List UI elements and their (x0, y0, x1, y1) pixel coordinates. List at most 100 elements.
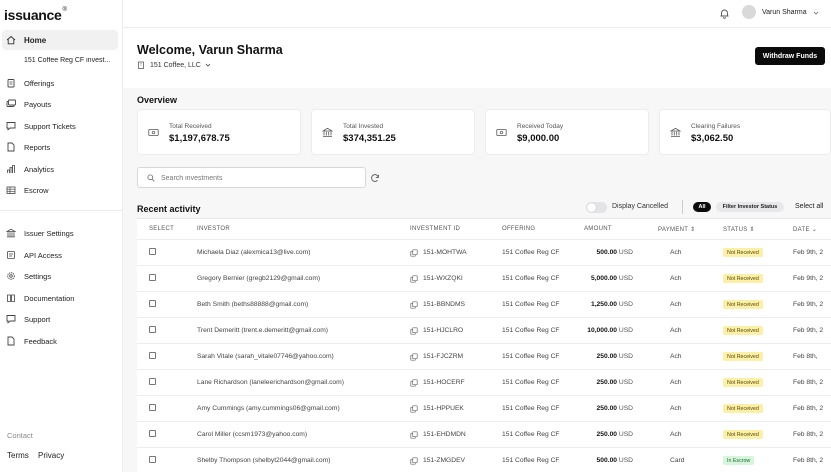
select-all-link[interactable]: Select all (795, 203, 823, 210)
gear-icon (6, 271, 16, 281)
sidebar-item-escrow[interactable]: Escrow (0, 180, 122, 200)
sidebar-item-support-tickets[interactable]: Support Tickets (0, 116, 122, 136)
home-icon (6, 35, 16, 45)
table-row[interactable]: Trent Demeritt (trent.e.demeritt@gmail.c… (137, 317, 831, 343)
row-checkbox[interactable] (149, 456, 156, 463)
sidebar-sub-item-offering[interactable]: 151 Coffee Reg CF invest... (24, 57, 120, 64)
column-header-select: SELECT (149, 226, 175, 232)
table-row[interactable]: Shelby Thompson (shelbyt2044@gmail.com) 1… (137, 447, 831, 472)
status-badge: Not Received (723, 378, 763, 387)
refresh-icon[interactable] (370, 173, 380, 183)
message-icon (6, 121, 16, 131)
privacy-link[interactable]: Privacy (38, 451, 64, 460)
search-icon (147, 174, 155, 182)
column-header-payment[interactable]: PAYMENT ⇕ (658, 226, 695, 233)
currency-label: USD (618, 431, 633, 438)
table-row[interactable]: Lane Richardson (laneleerichardson@gmail… (137, 369, 831, 395)
table-row[interactable]: Sarah Vitale (sarah_vitale07746@yahoo.co… (137, 343, 831, 369)
stat-label: Total Received (169, 123, 212, 130)
sidebar-item-issuer-settings[interactable]: Issuer Settings (0, 223, 122, 243)
row-checkbox[interactable] (149, 352, 156, 359)
investor-cell[interactable]: Lane Richardson (laneleerichardson@gmail… (197, 379, 344, 386)
bell-icon[interactable] (719, 8, 730, 19)
filter-all-pill[interactable]: All (693, 202, 711, 212)
investor-cell[interactable]: Carol Miller (ccsm1973@yahoo.com) (197, 431, 307, 438)
stat-label: Clearing Failures (691, 123, 741, 130)
avatar[interactable] (742, 5, 756, 19)
sidebar-item-support[interactable]: Support (0, 309, 122, 329)
stat-label: Total Invested (343, 123, 384, 130)
date-cell: Feb 8th, 2 (793, 405, 824, 412)
date-cell: Feb 9th, 2 (793, 249, 824, 256)
sidebar-item-label: Support Tickets (24, 121, 76, 131)
row-checkbox[interactable] (149, 300, 156, 307)
amount-cell: 250.00 USD (597, 405, 633, 412)
row-checkbox[interactable] (149, 404, 156, 411)
investment-id-cell: 151-HOCERF (423, 379, 465, 386)
copy-icon[interactable] (410, 431, 418, 439)
bank-icon (670, 127, 681, 137)
status-badge: Not Received (723, 274, 763, 283)
withdraw-funds-button[interactable]: Withdraw Funds (755, 47, 825, 65)
search-input[interactable] (161, 171, 361, 185)
amount-value: 5,000.00 (590, 275, 618, 282)
sidebar-item-documentation[interactable]: Documentation (0, 288, 122, 308)
payouts-icon (6, 99, 16, 109)
investor-cell[interactable]: Beth Smith (beths88888@gmail.com) (197, 301, 308, 308)
table-row[interactable]: Carol Miller (ccsm1973@yahoo.com) 151-EHD… (137, 421, 831, 447)
payment-cell: Card (670, 457, 685, 464)
table-row[interactable]: Michaela Diaz (alexmica13@live.com) 151-M… (137, 239, 831, 265)
row-checkbox[interactable] (149, 326, 156, 333)
table-row[interactable]: Beth Smith (beths88888@gmail.com) 151-BBN… (137, 291, 831, 317)
sidebar-item-settings[interactable]: Settings (0, 266, 122, 286)
investment-id-cell: 151-HJCLRO (423, 327, 464, 334)
investor-cell[interactable]: Trent Demeritt (trent.e.demeritt@gmail.c… (197, 327, 328, 334)
offering-cell: 151 Coffee Reg CF (502, 275, 560, 282)
chevron-down-icon (205, 63, 211, 67)
chevron-down-icon[interactable] (813, 10, 819, 16)
investor-cell[interactable]: Amy Cummings (amy.cummings06@gmail.com) (197, 405, 340, 412)
investor-cell[interactable]: Michaela Diaz (alexmica13@live.com) (197, 249, 310, 256)
copy-icon[interactable] (410, 353, 418, 361)
search-box (137, 167, 366, 188)
stat-label: Received Today (517, 123, 564, 130)
row-checkbox[interactable] (149, 248, 156, 255)
row-checkbox[interactable] (149, 274, 156, 281)
currency-label: USD (618, 249, 633, 256)
copy-icon[interactable] (410, 275, 418, 283)
investor-cell[interactable]: Gregory Bernier (gregb2129@gmail.com) (197, 275, 320, 282)
sidebar-item-offerings[interactable]: Offerings (0, 73, 122, 93)
terms-link[interactable]: Terms (7, 451, 29, 460)
column-header-date[interactable]: DATE ⌄ (793, 226, 817, 233)
investor-cell[interactable]: Sarah Vitale (sarah_vitale07746@yahoo.co… (197, 353, 334, 360)
filter-investor-status-pill[interactable]: Filter Investor Status (716, 202, 784, 212)
sidebar-item-analytics[interactable]: Analytics (0, 159, 122, 179)
issuance-logo[interactable]: issuance® (4, 7, 67, 23)
sidebar-item-home[interactable]: Home (2, 30, 118, 50)
user-name[interactable]: Varun Sharma (762, 9, 807, 16)
sidebar-item-label: Reports (24, 142, 51, 152)
table-row[interactable]: Amy Cummings (amy.cummings06@gmail.com) 1… (137, 395, 831, 421)
copy-icon[interactable] (410, 379, 418, 387)
currency-label: USD (618, 301, 633, 308)
row-checkbox[interactable] (149, 430, 156, 437)
sidebar-item-api-access[interactable]: API Access (0, 245, 122, 265)
copy-icon[interactable] (410, 249, 418, 257)
sidebar-item-feedback[interactable]: Feedback (0, 331, 122, 351)
column-header-status[interactable]: STATUS ⇕ (723, 226, 755, 233)
row-checkbox[interactable] (149, 378, 156, 385)
table-row[interactable]: Gregory Bernier (gregb2129@gmail.com) 151… (137, 265, 831, 291)
company-selector[interactable]: 151 Coffee, LLC (137, 61, 216, 69)
investment-id-cell: 151-WXZQKI (423, 275, 463, 282)
copy-icon[interactable] (410, 301, 418, 309)
sidebar-item-payouts[interactable]: Payouts (0, 94, 122, 114)
copy-icon[interactable] (410, 327, 418, 335)
display-cancelled-toggle[interactable] (586, 202, 607, 213)
contact-link[interactable]: Contact (7, 431, 33, 440)
copy-icon[interactable] (410, 457, 418, 465)
sidebar-item-reports[interactable]: Reports (0, 137, 122, 157)
bar-chart-icon (6, 164, 16, 174)
investment-id-cell: 151-FJCZRM (423, 353, 464, 360)
copy-icon[interactable] (410, 405, 418, 413)
investor-cell[interactable]: Shelby Thompson (shelbyt2044@gmail.com) (197, 457, 330, 464)
